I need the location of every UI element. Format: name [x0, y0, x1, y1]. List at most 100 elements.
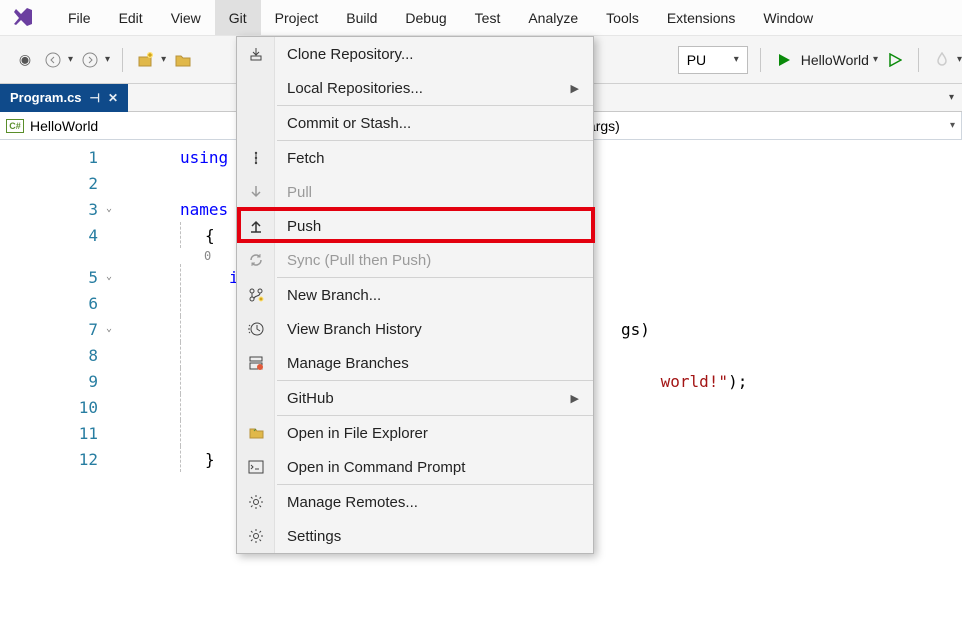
- menu-item-label: View Branch History: [287, 321, 422, 338]
- platform-combo-text: PU: [687, 52, 706, 68]
- menu-item-label: Push: [287, 218, 321, 235]
- git-menu-dropdown: Clone Repository... Local Repositories...…: [236, 36, 594, 554]
- pin-icon[interactable]: ⊣: [90, 91, 100, 105]
- platform-combo[interactable]: PU ▾: [678, 46, 748, 74]
- menu-item-label: Open in File Explorer: [287, 425, 428, 442]
- tabstrip-overflow-icon[interactable]: ▾: [949, 92, 954, 103]
- toolbar-separator: [760, 48, 761, 72]
- hot-reload-dropdown-icon[interactable]: ▾: [957, 54, 962, 65]
- toolbar-overflow-icon[interactable]: ◉: [14, 49, 36, 71]
- close-icon[interactable]: ✕: [108, 91, 118, 105]
- start-debug-button[interactable]: [773, 49, 795, 71]
- blank-icon: [237, 106, 275, 140]
- menu-item-label: Fetch: [287, 150, 325, 167]
- push-icon: [237, 209, 275, 243]
- nav-forward-button[interactable]: [79, 49, 101, 71]
- blank-icon: [237, 381, 275, 415]
- menu-item-label: Clone Repository...: [287, 46, 413, 63]
- line-number-gutter: 123⌄45⌄67⌄89101112: [0, 140, 120, 631]
- git-menu-settings[interactable]: Settings: [237, 519, 593, 553]
- menu-item-label: GitHub: [287, 390, 334, 407]
- line-number: 9: [0, 368, 120, 394]
- line-number: 10: [0, 394, 120, 420]
- git-menu-new-branch[interactable]: New Branch...: [237, 278, 593, 312]
- manage-icon: [237, 346, 275, 380]
- terminal-icon: [237, 450, 275, 484]
- document-tab[interactable]: Program.cs ⊣ ✕: [0, 84, 128, 112]
- git-menu-push[interactable]: Push: [237, 209, 593, 243]
- git-menu-clone-repository[interactable]: Clone Repository...: [237, 37, 593, 71]
- menu-extensions[interactable]: Extensions: [653, 0, 749, 35]
- line-number: 6: [0, 290, 120, 316]
- submenu-arrow-icon: ▶: [571, 82, 579, 95]
- toolbar-separator: [918, 48, 919, 72]
- menu-test[interactable]: Test: [461, 0, 515, 35]
- fold-toggle-icon[interactable]: ⌄: [106, 203, 118, 215]
- menu-tools[interactable]: Tools: [592, 0, 653, 35]
- git-menu-commit-or-stash[interactable]: Commit or Stash...: [237, 106, 593, 140]
- clone-icon: [237, 37, 275, 71]
- line-number: 2: [0, 170, 120, 196]
- git-menu-open-in-command-prompt[interactable]: Open in Command Prompt: [237, 450, 593, 484]
- menu-debug[interactable]: Debug: [391, 0, 460, 35]
- git-menu-pull: Pull: [237, 175, 593, 209]
- chevron-down-icon: ▾: [950, 120, 955, 131]
- git-menu-view-branch-history[interactable]: View Branch History: [237, 312, 593, 346]
- line-number: 7⌄: [0, 316, 120, 342]
- menu-item-label: Manage Remotes...: [287, 494, 418, 511]
- menu-item-label: Sync (Pull then Push): [287, 252, 431, 269]
- pull-icon: [237, 175, 275, 209]
- gear-icon: [237, 485, 275, 519]
- line-number: 3⌄: [0, 196, 120, 222]
- fold-toggle-icon[interactable]: ⌄: [106, 323, 118, 335]
- submenu-arrow-icon: ▶: [571, 392, 579, 405]
- menu-item-label: New Branch...: [287, 287, 381, 304]
- git-menu-manage-remotes[interactable]: Manage Remotes...: [237, 485, 593, 519]
- document-tab-title: Program.cs: [10, 90, 82, 105]
- history-icon: [237, 312, 275, 346]
- gear-icon: [237, 519, 275, 553]
- menu-item-label: Manage Branches: [287, 355, 409, 372]
- menu-item-label: Local Repositories...: [287, 80, 423, 97]
- menu-git[interactable]: Git: [215, 0, 261, 35]
- menu-item-label: Commit or Stash...: [287, 115, 411, 132]
- fold-toggle-icon[interactable]: ⌄: [106, 271, 118, 283]
- toolbar-separator: [122, 48, 123, 72]
- line-number: 11: [0, 420, 120, 446]
- menu-item-label: Settings: [287, 528, 341, 545]
- menu-window[interactable]: Window: [749, 0, 827, 35]
- folder-icon: [237, 416, 275, 450]
- new-project-button[interactable]: [135, 49, 157, 71]
- menu-edit[interactable]: Edit: [105, 0, 157, 35]
- menu-item-label: Pull: [287, 184, 312, 201]
- menu-file[interactable]: File: [54, 0, 105, 35]
- csharp-badge-icon: C#: [6, 119, 24, 133]
- menu-build[interactable]: Build: [332, 0, 391, 35]
- nav-back-button[interactable]: [42, 49, 64, 71]
- hot-reload-button[interactable]: [931, 49, 953, 71]
- line-number: 8: [0, 342, 120, 368]
- nav-fwd-dropdown-icon[interactable]: ▾: [105, 54, 110, 65]
- line-number: 4: [0, 222, 120, 248]
- new-project-dropdown-icon[interactable]: ▾: [161, 54, 166, 65]
- git-menu-open-in-file-explorer[interactable]: Open in File Explorer: [237, 416, 593, 450]
- git-menu-github[interactable]: GitHub ▶: [237, 381, 593, 415]
- git-menu-local-repositories[interactable]: Local Repositories... ▶: [237, 71, 593, 105]
- start-without-debug-button[interactable]: [884, 49, 906, 71]
- menu-item-label: Open in Command Prompt: [287, 459, 465, 476]
- startup-project-dropdown-icon[interactable]: ▾: [873, 54, 878, 65]
- vs-logo-icon: [10, 5, 36, 31]
- sync-icon: [237, 243, 275, 277]
- menu-project[interactable]: Project: [261, 0, 333, 35]
- menu-view[interactable]: View: [157, 0, 215, 35]
- menu-analyze[interactable]: Analyze: [514, 0, 592, 35]
- line-number: 5⌄: [0, 264, 120, 290]
- git-menu-manage-branches[interactable]: Manage Branches: [237, 346, 593, 380]
- nav-back-dropdown-icon[interactable]: ▾: [68, 54, 73, 65]
- branch-icon: [237, 278, 275, 312]
- startup-project-label[interactable]: HelloWorld: [801, 52, 869, 68]
- open-file-button[interactable]: [172, 49, 194, 71]
- git-menu-fetch[interactable]: Fetch: [237, 141, 593, 175]
- line-number: 1: [0, 144, 120, 170]
- git-menu-sync-pull-then-push: Sync (Pull then Push): [237, 243, 593, 277]
